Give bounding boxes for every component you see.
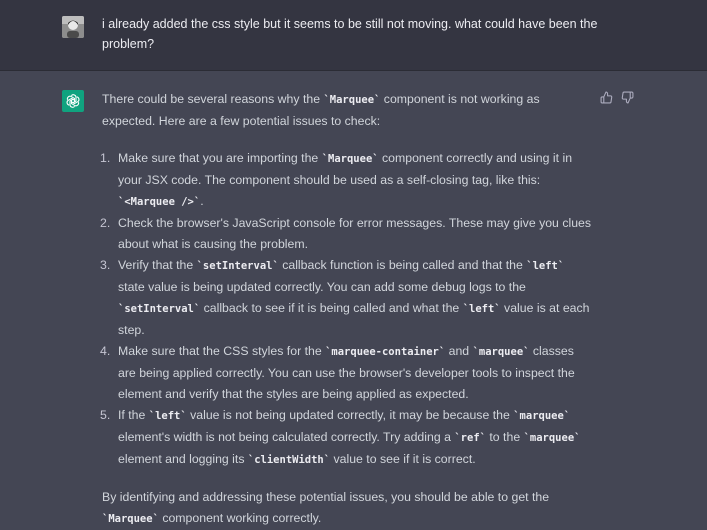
inline-code: `Marquee` [102,513,159,525]
thumbs-up-icon[interactable] [600,91,613,104]
inline-code: `left` [526,260,565,272]
text-segment: element and logging its [118,452,248,466]
list-item: 4. Make sure that the CSS styles for the… [100,341,594,405]
text-segment: If the [118,408,149,422]
inline-code: `marquee` [523,432,581,444]
inline-code: `ref` [454,432,486,444]
list-item-text: Make sure that the CSS styles for the `m… [118,344,575,401]
feedback-buttons [600,91,634,104]
inline-code: `marquee` [472,346,530,358]
text-segment: callback to see if it is being called an… [200,301,463,315]
text-segment: Verify that the [118,258,197,272]
text-segment: element's width is not being calculated … [118,430,455,444]
answer-intro: There could be several reasons why the `… [102,89,594,132]
text-segment: component working correctly. [158,511,322,525]
inline-code: `setInterval` [118,303,201,315]
list-item-text: Make sure that you are importing the `Ma… [118,151,572,208]
user-avatar [62,16,84,38]
text-segment: By identifying and addressing these pote… [102,490,550,504]
inline-code: `Marquee` [321,153,379,165]
list-item: 2. Check the browser's JavaScript consol… [100,213,594,255]
list-item: 1. Make sure that you are importing the … [100,148,594,213]
text-segment: value to see if it is correct. [330,452,476,466]
list-item-number: 2. [100,216,111,230]
list-item-number: 1. [100,151,111,165]
issues-list: 1. Make sure that you are importing the … [100,148,594,471]
list-item-text: If the `left` value is not being updated… [118,408,580,466]
text-segment: to the [485,430,524,444]
list-item-number: 4. [100,344,111,358]
openai-logo-icon [62,90,84,112]
text-segment: callback function is being called and th… [278,258,527,272]
list-item: 3. Verify that the `setInterval` callbac… [100,255,594,341]
text-segment: There could be several reasons why the [102,92,324,106]
user-message-row: i already added the css style but it see… [0,0,707,71]
assistant-message-row: There could be several reasons why the `… [0,71,707,530]
text-segment: Make sure that you are importing the [118,151,322,165]
text-segment: Make sure that the CSS styles for the [118,344,326,358]
answer-outro: By identifying and addressing these pote… [102,487,594,530]
text-segment: Check the browser's JavaScript console f… [118,216,592,251]
list-item-number: 5. [100,408,111,422]
assistant-message-body: There could be several reasons why the `… [100,89,594,530]
text-segment: and [445,344,473,358]
inline-code: `Marquee` [323,94,381,106]
list-item-text: Verify that the `setInterval` callback f… [118,258,590,337]
inline-code: `marquee-container` [325,346,446,358]
thumbs-down-icon[interactable] [621,91,634,104]
text-segment: value is not being updated correctly, it… [186,408,514,422]
text-segment: . [200,194,204,208]
list-item: 5. If the `left` value is not being upda… [100,405,594,471]
inline-code: `<Marquee />` [118,196,201,208]
user-message-text: i already added the css style but it see… [102,17,598,51]
inline-code: `left` [462,303,501,315]
list-item-text: Check the browser's JavaScript console f… [118,216,591,251]
inline-code: `marquee` [513,410,571,422]
list-item-number: 3. [100,258,111,272]
inline-code: `clientWidth` [247,454,331,466]
inline-code: `setInterval` [196,260,279,272]
inline-code: `left` [148,410,187,422]
text-segment: state value is being updated correctly. … [118,280,526,294]
